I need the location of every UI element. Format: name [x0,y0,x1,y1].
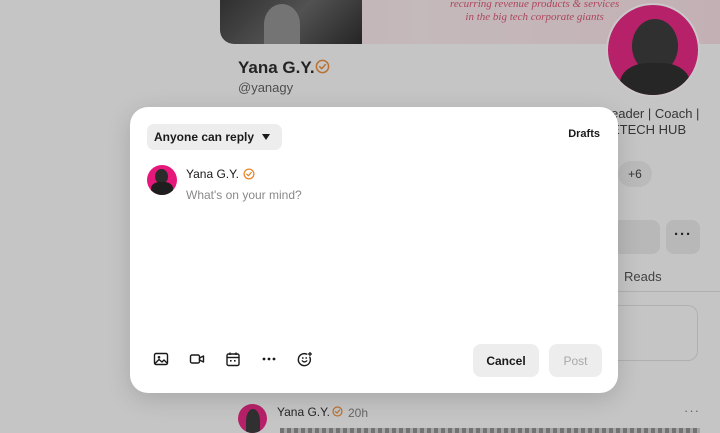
composer-toolbar [152,350,314,368]
image-icon[interactable] [152,350,170,368]
avatar [147,165,177,195]
new-post-dialog: Anyone can reply Drafts Yana G.Y. Cancel… [130,107,618,393]
reply-permission-dropdown[interactable]: Anyone can reply [147,124,283,150]
caret-down-icon [262,134,271,140]
calendar-icon[interactable] [224,350,242,368]
cancel-button[interactable]: Cancel [473,344,539,377]
video-icon[interactable] [188,350,206,368]
post-text-input[interactable] [186,188,586,338]
verified-check-icon [243,168,255,180]
reply-permission-label: Anyone can reply [154,130,255,144]
composer-author-name: Yana G.Y. [186,167,239,181]
more-icon[interactable] [260,350,278,368]
post-button[interactable]: Post [549,344,602,377]
emoji-add-icon[interactable] [296,350,314,368]
drafts-button[interactable]: Drafts [568,128,600,140]
